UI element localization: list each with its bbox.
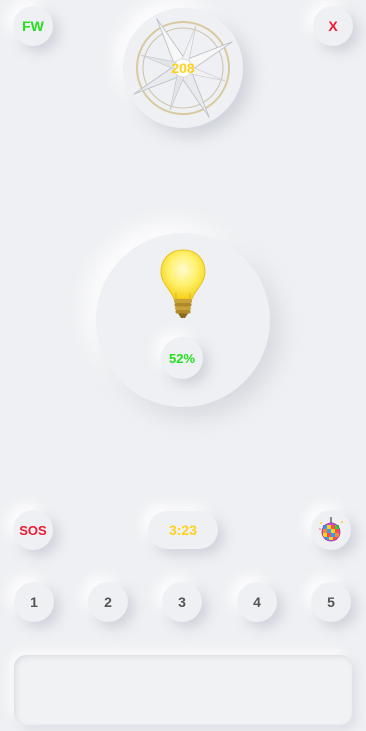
- fw-label: FW: [22, 18, 44, 34]
- disco-ball-icon: [319, 517, 343, 542]
- timer-button[interactable]: 3:23: [148, 511, 218, 549]
- close-label: X: [328, 18, 338, 34]
- disco-button[interactable]: [311, 510, 351, 550]
- light-dial[interactable]: [96, 233, 270, 407]
- brightness-label: 52%: [168, 350, 196, 366]
- number-label: 3: [178, 594, 186, 610]
- number-button-4[interactable]: 4: [237, 582, 277, 622]
- bottom-panel: [14, 655, 352, 725]
- brightness-level[interactable]: 52%: [161, 337, 203, 379]
- compass-heading: 208: [171, 60, 195, 76]
- number-label: 1: [30, 594, 38, 610]
- fw-button[interactable]: FW: [13, 6, 53, 46]
- number-label: 2: [104, 594, 112, 610]
- sos-button[interactable]: SOS: [13, 510, 53, 550]
- number-label: 5: [327, 594, 335, 610]
- number-button-1[interactable]: 1: [14, 582, 54, 622]
- close-button[interactable]: X: [313, 6, 353, 46]
- number-button-5[interactable]: 5: [311, 582, 351, 622]
- number-button-3[interactable]: 3: [162, 582, 202, 622]
- number-button-2[interactable]: 2: [88, 582, 128, 622]
- number-label: 4: [253, 594, 261, 610]
- lightbulb-icon: [160, 249, 206, 318]
- timer-label: 3:23: [168, 522, 198, 538]
- sos-label: SOS: [19, 522, 47, 538]
- compass-dial[interactable]: 208: [123, 8, 243, 128]
